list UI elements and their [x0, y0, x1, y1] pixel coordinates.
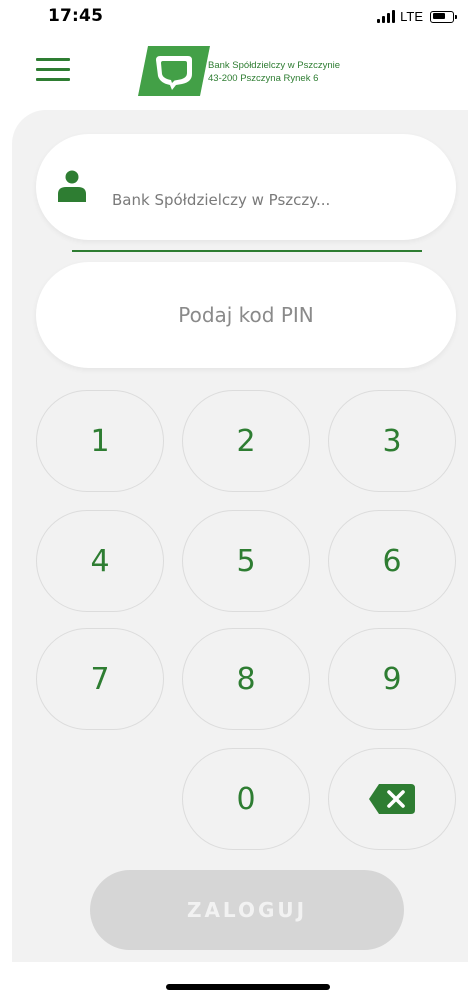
backspace-icon — [369, 784, 415, 814]
keypad-digit: 3 — [382, 423, 402, 459]
pin-input[interactable]: Podaj kod PIN — [36, 262, 456, 368]
bank-logo-line2: 43-200 Pszczyna Rynek 6 — [208, 73, 319, 84]
home-indicator[interactable] — [166, 984, 330, 990]
keypad-key-8[interactable]: 8 — [182, 628, 310, 730]
keypad-digit: 5 — [236, 543, 256, 579]
bank-logo-line1: Bank Spółdzielczy w Pszczynie — [208, 60, 340, 71]
status-bar: 17:45 LTE — [0, 0, 468, 36]
bank-selector[interactable]: Bank Spółdzielczy w Pszczy... — [36, 134, 456, 240]
battery-icon — [430, 10, 457, 23]
keypad-key-1[interactable]: 1 — [36, 390, 164, 492]
keypad-key-6[interactable]: 6 — [328, 510, 456, 612]
keypad-digit: 7 — [90, 661, 110, 697]
field-divider — [72, 250, 422, 252]
keypad-digit: 8 — [236, 661, 256, 697]
keypad-digit: 4 — [90, 543, 110, 579]
keypad-key-7[interactable]: 7 — [36, 628, 164, 730]
signal-icon — [377, 10, 396, 23]
status-indicators: LTE — [377, 9, 457, 24]
keypad-key-4[interactable]: 4 — [36, 510, 164, 612]
keypad-key-0[interactable]: 0 — [182, 748, 310, 850]
keypad-delete-button[interactable] — [328, 748, 456, 850]
keypad-key-2[interactable]: 2 — [182, 390, 310, 492]
keypad-digit: 0 — [236, 781, 256, 817]
login-button[interactable]: ZALOGUJ — [90, 870, 404, 950]
keypad-key-5[interactable]: 5 — [182, 510, 310, 612]
network-type: LTE — [400, 9, 423, 24]
bank-logo: Bank Spółdzielczy w Pszczynie 43-200 Psz… — [138, 46, 378, 98]
user-icon — [58, 170, 86, 202]
bank-name: Bank Spółdzielczy w Pszczy... — [112, 191, 331, 209]
login-button-label: ZALOGUJ — [186, 898, 308, 922]
keypad-key-9[interactable]: 9 — [328, 628, 456, 730]
keypad-digit: 6 — [382, 543, 402, 579]
hamburger-menu-icon[interactable] — [36, 58, 72, 84]
bank-logo-icon — [138, 46, 210, 96]
status-time: 17:45 — [48, 6, 104, 26]
pin-placeholder: Podaj kod PIN — [178, 303, 314, 327]
keypad-digit: 9 — [382, 661, 402, 697]
bank-logo-text: Bank Spółdzielczy w Pszczynie 43-200 Psz… — [208, 59, 340, 85]
keypad-digit: 2 — [236, 423, 256, 459]
keypad-digit: 1 — [90, 423, 110, 459]
keypad-key-3[interactable]: 3 — [328, 390, 456, 492]
